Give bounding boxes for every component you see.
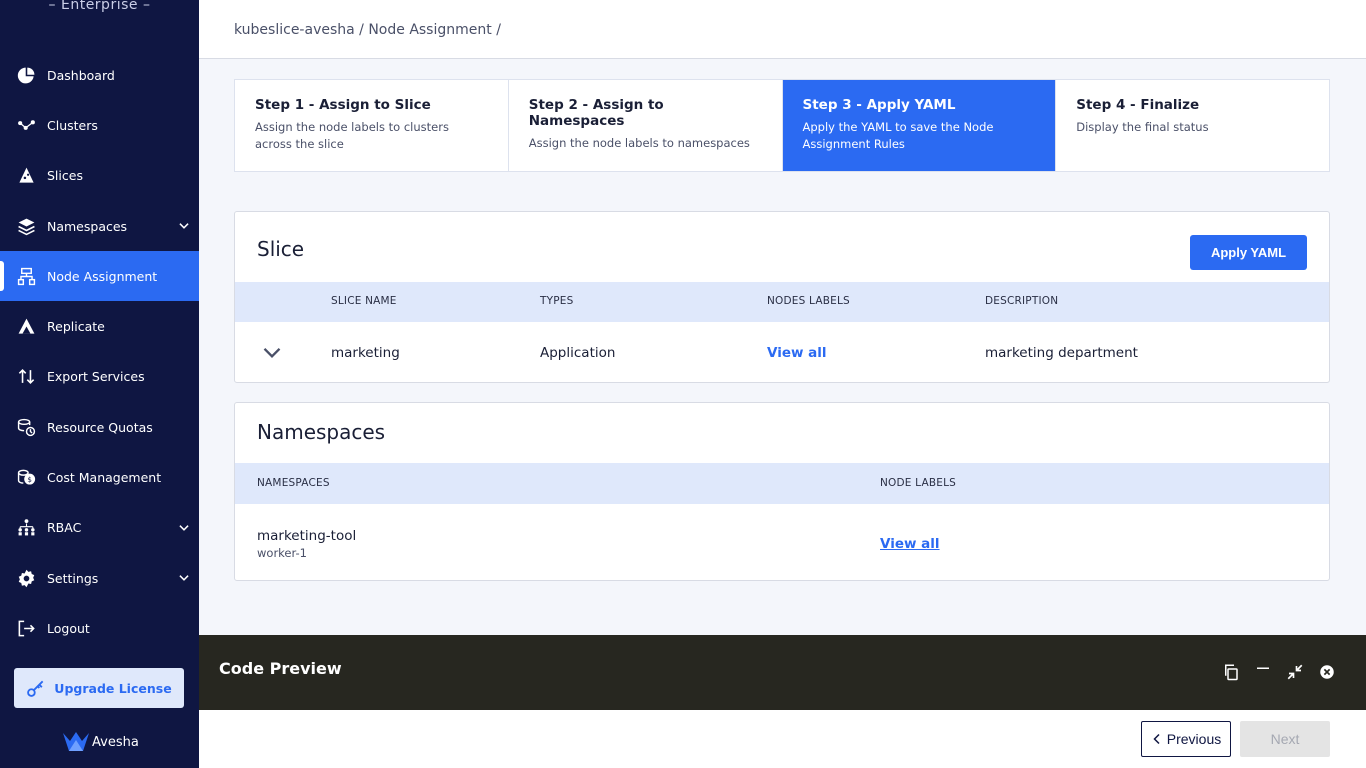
sidebar-item-label: Slices [47,168,83,184]
sidebar-item-label: Cost Management [47,470,162,486]
logout-icon [16,618,36,638]
chevron-down-icon[interactable] [177,521,191,535]
clusters-icon [16,115,36,135]
sidebar-item-label: Node Assignment [47,268,158,284]
sidebar-item-label: Replicate [47,319,105,335]
step-finalize[interactable]: Step 4 - Finalize Display the final stat… [1056,80,1329,171]
minimize-icon[interactable] [1253,662,1272,681]
sidebar-item-cost-management[interactable]: $ Cost Management [0,452,199,502]
step-apply-yaml[interactable]: Step 3 - Apply YAML Apply the YAML to sa… [782,80,1057,171]
chevron-left-icon [1153,733,1160,745]
slice-table-header: SLICE NAME TYPES NODES LABELS DESCRIPTIO… [235,282,1329,322]
sidebar: – Enterprise – Dashboard Clusters Slices… [0,0,199,768]
table-row: marketing-tool worker-1 View all [235,504,1329,580]
arrows-updown-icon [16,367,36,387]
footer: Previous Next [199,710,1366,768]
logo-text: Avesha [92,734,139,750]
layers-icon [16,216,36,236]
sidebar-item-node-assignment[interactable]: Node Assignment [0,251,199,302]
apply-yaml-button[interactable]: Apply YAML [1190,235,1307,270]
column-header-slice-name: SLICE NAME [331,295,397,307]
slice-card-title: Slice [257,237,305,261]
brand-subtitle: – Enterprise – [48,0,151,13]
sidebar-item-dashboard[interactable]: Dashboard [0,50,199,100]
column-header-description: DESCRIPTION [985,295,1059,307]
slice-description-cell: marketing department [985,345,1138,361]
sidebar-item-label: Namespaces [47,218,128,234]
column-header-node-labels: NODE LABELS [880,477,957,489]
sidebar-item-label: Logout [47,620,90,636]
chevron-down-icon[interactable] [177,219,191,233]
sidebar-item-replicate[interactable]: Replicate [0,301,199,351]
slice-name-cell: marketing [331,345,400,361]
header: kubeslice-avesha / Node Assignment / [199,0,1366,59]
slices-icon [16,166,36,186]
sidebar-item-label: Settings [47,570,99,586]
sidebar-item-label: RBAC [47,520,82,536]
slice-type-cell: Application [540,345,616,361]
step-description: Assign the node labels to clusters acros… [255,120,449,151]
namespaces-card: Namespaces NAMESPACES NODE LABELS market… [234,402,1330,581]
namespace-cluster-cell: worker-1 [257,546,307,560]
code-preview-bar: Code Preview [199,635,1366,710]
replicate-icon [16,317,36,337]
breadcrumb[interactable]: kubeslice-avesha / Node Assignment / [234,22,501,38]
code-preview-title: Code Preview [219,659,342,678]
upgrade-license-label: Upgrade License [54,680,172,696]
step-description: Apply the YAML to save the Node Assignme… [802,120,994,151]
previous-label: Previous [1166,731,1222,747]
upgrade-license-button[interactable]: Upgrade License [14,668,184,708]
step-assign-to-slice[interactable]: Step 1 - Assign to Slice Assign the node… [235,80,509,171]
step-title: Step 3 - Apply YAML [802,97,956,113]
sidebar-item-label: Resource Quotas [47,419,153,435]
view-all-labels-link[interactable]: View all [767,345,827,361]
step-description: Display the final status [1076,120,1209,134]
sidebar-item-label: Dashboard [47,67,115,83]
cost-icon: $ [16,468,36,488]
column-header-types: TYPES [540,295,574,307]
key-icon [27,680,44,697]
chevron-down-icon[interactable] [177,571,191,585]
sidebar-nav: Dashboard Clusters Slices Namespaces Nod… [0,50,199,654]
namespace-name-cell: marketing-tool [257,528,357,544]
users-network-icon [16,518,36,538]
step-title: Step 4 - Finalize [1076,97,1200,113]
close-icon[interactable] [1317,662,1336,681]
sidebar-item-namespaces[interactable]: Namespaces [0,201,199,251]
step-title: Step 1 - Assign to Slice [255,97,431,113]
namespaces-table-header: NAMESPACES NODE LABELS [235,463,1329,504]
sitemap-icon [16,266,36,286]
sidebar-item-logout[interactable]: Logout [0,603,199,653]
sidebar-item-rbac[interactable]: RBAC [0,503,199,553]
view-all-node-labels-link[interactable]: View all [880,536,940,552]
svg-text:$: $ [27,475,32,484]
sidebar-item-label: Clusters [47,117,98,133]
copy-icon[interactable] [1221,662,1240,681]
sidebar-item-resource-quotas[interactable]: Resource Quotas [0,402,199,452]
stepper: Step 1 - Assign to Slice Assign the node… [234,79,1330,172]
coins-clock-icon [16,417,36,437]
next-button[interactable]: Next [1240,721,1330,757]
step-description: Assign the node labels to namespaces [528,136,750,150]
table-row: marketing Application View all marketing… [235,322,1329,382]
namespaces-card-title: Namespaces [257,420,386,444]
collapse-icon[interactable] [1285,662,1304,681]
sidebar-item-label: Export Services [47,369,145,385]
sidebar-item-settings[interactable]: Settings [0,553,199,603]
step-title: Step 2 - Assign to Namespaces [528,97,664,129]
step-assign-to-namespaces[interactable]: Step 2 - Assign to Namespaces Assign the… [509,80,783,171]
previous-button[interactable]: Previous [1141,721,1231,757]
sidebar-item-export-services[interactable]: Export Services [0,352,199,402]
column-header-nodes-labels: NODES LABELS [767,295,850,307]
column-header-namespaces: NAMESPACES [257,477,330,489]
sidebar-item-clusters[interactable]: Clusters [0,100,199,150]
sidebar-item-slices[interactable]: Slices [0,151,199,201]
gear-icon [16,568,36,588]
crown-logo-icon [63,732,89,751]
avesha-logo: Avesha [62,731,139,753]
chevron-down-icon[interactable] [262,343,282,363]
pie-chart-icon [16,65,36,85]
slice-card: Slice Apply YAML SLICE NAME TYPES NODES … [234,211,1330,383]
